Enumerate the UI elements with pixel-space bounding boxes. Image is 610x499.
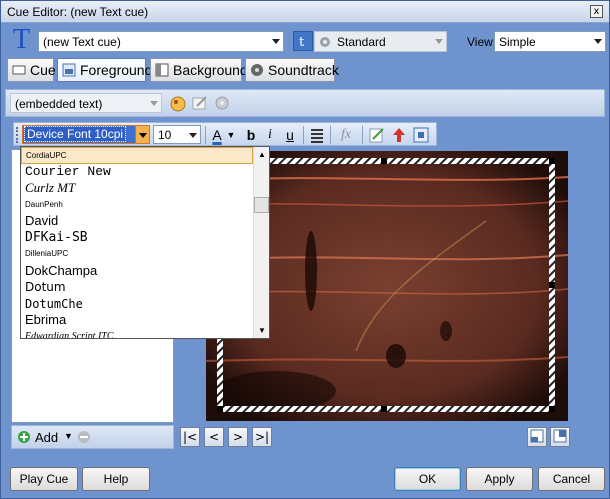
font-option-dotumche[interactable]: DotumChe: [21, 296, 253, 313]
ok-button[interactable]: OK: [394, 467, 461, 491]
fit-icon[interactable]: [412, 126, 430, 144]
effects-button[interactable]: fx: [336, 126, 356, 144]
add-toolbar: Add ▼: [11, 425, 174, 449]
tab-foreground[interactable]: Foreground: [57, 58, 152, 82]
previous-button[interactable]: <: [204, 427, 224, 447]
source-toolbar: (embedded text): [5, 89, 605, 117]
text-source-combo[interactable]: (embedded text): [10, 93, 162, 113]
font-option-dokchampa[interactable]: DokChampa: [21, 263, 253, 280]
chevron-down-icon: [189, 133, 197, 138]
style-link-button[interactable]: t: [293, 31, 313, 51]
add-dropdown-icon[interactable]: ▼: [64, 431, 73, 441]
chevron-down-icon: [139, 133, 147, 138]
font-combo[interactable]: Device Font 10cpi: [22, 125, 150, 144]
font-option-cordiaupc[interactable]: CordiaUPC: [21, 147, 253, 164]
help-button[interactable]: Help: [82, 467, 150, 491]
format-toolbar: Device Font 10cpi 10 A ▼ b i u fx: [13, 122, 437, 146]
settings-icon[interactable]: [213, 94, 231, 112]
layout-left-icon[interactable]: [527, 427, 547, 447]
style-value: Standard: [337, 35, 386, 49]
font-color-button[interactable]: A: [209, 126, 225, 144]
apply-button[interactable]: Apply: [466, 467, 533, 491]
chevron-down-icon: [272, 39, 280, 44]
view-value: Simple: [499, 35, 536, 49]
tab-soundtrack-label: Soundtrack: [268, 62, 339, 78]
font-option-courier-new[interactable]: Courier New: [21, 164, 253, 181]
separator: [362, 126, 363, 144]
scroll-up-icon[interactable]: ▲: [258, 150, 266, 159]
font-option-curlz-mt[interactable]: Curlz MT: [21, 180, 253, 197]
font-size-combo[interactable]: 10: [153, 125, 201, 144]
style-icon: t: [299, 35, 305, 50]
tab-foreground-label: Foreground: [80, 62, 153, 78]
text-cue-type-icon: T: [13, 24, 31, 55]
font-size-value: 10: [158, 128, 172, 142]
font-option-ebrima[interactable]: Ebrima: [21, 312, 253, 329]
font-option-dotum[interactable]: Dotum: [21, 279, 253, 296]
chevron-down-icon: [435, 39, 443, 44]
cancel-button[interactable]: Cancel: [538, 467, 605, 491]
align-icon[interactable]: [309, 126, 325, 144]
last-button[interactable]: >|: [252, 427, 272, 447]
separator: [303, 126, 304, 144]
scroll-down-icon[interactable]: ▼: [258, 326, 266, 335]
style-combo[interactable]: Standard: [314, 31, 447, 52]
font-value: Device Font 10cpi: [23, 126, 127, 142]
italic-button[interactable]: i: [262, 126, 278, 144]
bold-button[interactable]: b: [243, 126, 259, 144]
cue-name-value: (new Text cue): [43, 35, 121, 49]
edit-text-icon[interactable]: [191, 94, 209, 112]
remove-icon[interactable]: [77, 430, 91, 444]
close-button[interactable]: x: [590, 5, 603, 18]
tab-background-label: Background: [173, 62, 248, 78]
font-option-david[interactable]: David: [21, 213, 253, 230]
title-bar: Cue Editor: (new Text cue) x: [1, 1, 609, 23]
font-dropdown-list[interactable]: CordiaUPC Courier New Curlz MT DaunPenh …: [20, 146, 270, 339]
foreground-icon: [62, 63, 76, 77]
underline-button[interactable]: u: [282, 126, 298, 144]
next-button[interactable]: >: [228, 427, 248, 447]
chevron-down-icon: [594, 39, 602, 44]
layout-right-icon[interactable]: [550, 427, 570, 447]
soundtrack-icon: [251, 64, 263, 76]
add-icon[interactable]: [17, 430, 31, 444]
view-label: View:: [467, 35, 497, 49]
tab-background[interactable]: Background: [150, 58, 248, 82]
font-option-edwardian-script-itc[interactable]: Edwardian Script ITC: [21, 329, 253, 339]
separator: [205, 126, 206, 144]
paste-icon[interactable]: [169, 94, 187, 112]
scroll-thumb[interactable]: [254, 197, 269, 213]
view-combo[interactable]: Simple: [494, 31, 606, 52]
grip-handle[interactable]: [16, 127, 19, 143]
add-button[interactable]: Add: [35, 430, 58, 445]
tab-cue[interactable]: Cue: [7, 58, 56, 82]
window-title: Cue Editor: (new Text cue): [7, 5, 149, 19]
background-icon: [155, 63, 169, 77]
font-list-scrollbar[interactable]: ▲ ▼: [253, 147, 269, 338]
font-color-dropdown-icon[interactable]: ▼: [226, 126, 236, 144]
tab-soundtrack[interactable]: Soundtrack: [245, 58, 339, 82]
tab-cue-label: Cue: [30, 62, 56, 78]
font-option-daunpenh[interactable]: DaunPenh: [21, 197, 253, 214]
cue-editor-window: Cue Editor: (new Text cue) x T (new Text…: [0, 0, 610, 499]
edit-icon[interactable]: [368, 126, 386, 144]
cue-name-combo[interactable]: (new Text cue): [38, 31, 284, 52]
font-dropdown-button[interactable]: [135, 126, 149, 143]
font-option-dilleniaupc[interactable]: DilleniaUPC: [21, 246, 253, 263]
play-cue-button[interactable]: Play Cue: [10, 467, 78, 491]
text-source-value: (embedded text): [15, 97, 103, 111]
chevron-down-icon: [150, 101, 158, 106]
separator: [330, 126, 331, 144]
font-option-dfkai-sb[interactable]: DFKai-SB: [21, 230, 253, 247]
first-button[interactable]: |<: [180, 427, 200, 447]
cue-icon: [12, 65, 26, 75]
move-up-icon[interactable]: [390, 126, 408, 144]
svg-text:t: t: [299, 35, 305, 50]
gear-icon: [318, 35, 332, 49]
